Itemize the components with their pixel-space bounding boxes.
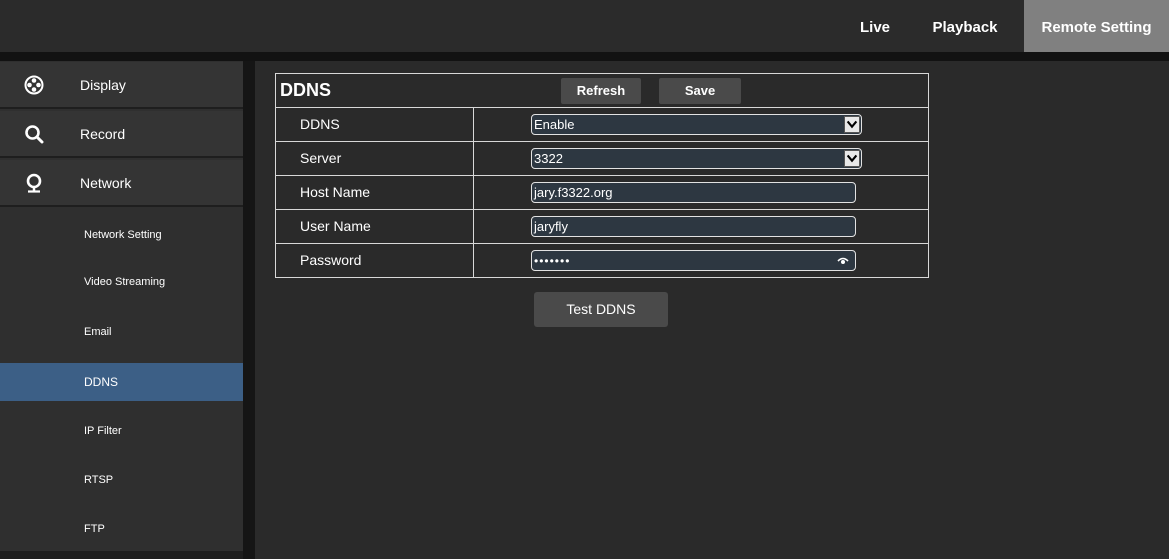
- select-value: Enable: [534, 117, 575, 132]
- column-divider: [473, 142, 474, 176]
- sidebar-item-label: FTP: [84, 523, 105, 535]
- host-name-label: Host Name: [300, 184, 371, 200]
- chevron-down-icon: [844, 150, 860, 167]
- refresh-button[interactable]: Refresh: [561, 78, 641, 104]
- select-value: 3322: [534, 151, 563, 166]
- sidebar-item-label: Network Setting: [84, 229, 162, 241]
- sidebar-item-email[interactable]: Email: [0, 313, 243, 351]
- password-label: Password: [300, 252, 362, 268]
- sidebar-item-video-streaming[interactable]: Video Streaming: [0, 263, 243, 301]
- row-user-name: User Name jaryfly: [276, 209, 928, 244]
- eye-icon[interactable]: [837, 256, 849, 265]
- tab-playback[interactable]: Playback: [918, 0, 1012, 52]
- password-value: •••••••: [534, 254, 571, 268]
- server-select[interactable]: 3322: [531, 148, 862, 169]
- server-label: Server: [300, 150, 342, 166]
- page-title: DDNS: [280, 80, 332, 100]
- sidebar-item-display[interactable]: Display: [0, 62, 243, 109]
- sidebar-item-label: RTSP: [84, 474, 114, 486]
- sidebar-item-label: Video Streaming: [84, 276, 166, 288]
- display-icon: [24, 75, 44, 95]
- sidebar-item-label: Network: [80, 175, 132, 191]
- row-password: Password •••••••: [276, 243, 928, 278]
- sidebar-item-label: Display: [80, 77, 126, 93]
- column-divider: [473, 244, 474, 278]
- ddns-label: DDNS: [300, 116, 340, 132]
- network-icon: [26, 173, 42, 193]
- row-ddns: DDNS Enable: [276, 107, 928, 142]
- sidebar-item-record[interactable]: Record: [0, 111, 243, 158]
- column-divider: [473, 210, 474, 244]
- tab-remote-setting[interactable]: Remote Setting: [1024, 0, 1169, 52]
- sidebar-edge: [243, 61, 255, 559]
- top-nav-bar: Live Playback Remote Setting: [0, 0, 1169, 52]
- search-icon: [25, 125, 44, 144]
- row-server: Server 3322: [276, 141, 928, 176]
- column-divider: [473, 108, 474, 142]
- input-value: jary.f3322.org: [534, 185, 613, 200]
- sidebar-item-network-setting[interactable]: Network Setting: [0, 216, 243, 254]
- top-divider: [0, 52, 1169, 61]
- password-input[interactable]: •••••••: [531, 250, 856, 271]
- sidebar-item-network[interactable]: Network: [0, 160, 243, 207]
- sidebar-item-ddns[interactable]: DDNS: [0, 363, 243, 401]
- save-button[interactable]: Save: [659, 78, 741, 104]
- sidebar-item-label: Email: [84, 326, 112, 338]
- user-name-input[interactable]: jaryfly: [531, 216, 856, 237]
- tab-live[interactable]: Live: [848, 0, 902, 52]
- ddns-panel: DDNS Refresh Save DDNS Enable Server 332…: [275, 73, 929, 278]
- sidebar-item-ftp[interactable]: FTP: [0, 510, 243, 548]
- sidebar-item-rtsp[interactable]: RTSP: [0, 461, 243, 499]
- sidebar-item-label: IP Filter: [84, 425, 122, 437]
- sidebar-item-label: DDNS: [84, 375, 119, 389]
- sidebar-item-label: Record: [80, 126, 126, 142]
- test-ddns-button[interactable]: Test DDNS: [534, 292, 668, 327]
- host-name-input[interactable]: jary.f3322.org: [531, 182, 856, 203]
- sidebar-bottom-divider: [0, 551, 243, 559]
- sidebar: Display Record Network Network Setting V…: [0, 61, 243, 559]
- chevron-down-icon: [844, 116, 860, 133]
- input-value: jaryfly: [534, 219, 568, 234]
- sidebar-item-ip-filter[interactable]: IP Filter: [0, 412, 243, 450]
- row-host-name: Host Name jary.f3322.org: [276, 175, 928, 210]
- user-name-label: User Name: [300, 218, 371, 234]
- column-divider: [473, 176, 474, 210]
- ddns-enable-select[interactable]: Enable: [531, 114, 862, 135]
